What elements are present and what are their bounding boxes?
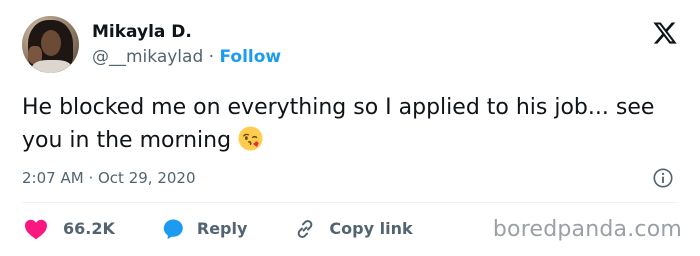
face-blowing-a-kiss-icon [238, 126, 263, 151]
like-count: 66.2K [63, 219, 115, 238]
link-icon [298, 220, 313, 238]
display-name[interactable]: Mikayla D. [92, 21, 281, 43]
copy-link-label: Copy link [329, 219, 413, 238]
reply-button[interactable]: Reply [161, 217, 248, 241]
tweet-text: He blocked me on everything so I applied… [22, 91, 682, 157]
divider [22, 202, 678, 203]
timestamp-separator: · [88, 169, 94, 187]
watermark: boredpanda.com [492, 217, 682, 242]
tweet-header: Mikayla D. @__mikaylad · Follow [22, 16, 281, 73]
handle-separator: · [208, 47, 215, 67]
info-icon[interactable] [652, 167, 674, 189]
action-bar: 66.2K Reply Copy link [24, 216, 459, 242]
x-logo-icon[interactable] [652, 20, 678, 46]
copy-link-button[interactable]: Copy link [293, 217, 413, 241]
user-handle[interactable]: @__mikaylad [92, 47, 203, 67]
like-button[interactable]: 66.2K [24, 218, 115, 240]
follow-button[interactable]: Follow [219, 47, 281, 67]
tweet-timestamp[interactable]: 2:07 AM · Oct 29, 2020 [22, 168, 196, 188]
user-meta: Mikayla D. @__mikaylad · Follow [92, 21, 281, 68]
reply-bubble-icon [163, 219, 183, 239]
tweet-time: 2:07 AM [22, 169, 84, 187]
tweet-card: Mikayla D. @__mikaylad · Follow He block… [0, 0, 700, 256]
tweet-body: He blocked me on everything so I applied… [22, 95, 655, 153]
reply-label: Reply [196, 219, 248, 238]
handle-line: @__mikaylad · Follow [92, 46, 281, 68]
tweet-date: Oct 29, 2020 [98, 169, 196, 187]
avatar[interactable] [22, 16, 79, 73]
heart-icon [25, 219, 47, 240]
